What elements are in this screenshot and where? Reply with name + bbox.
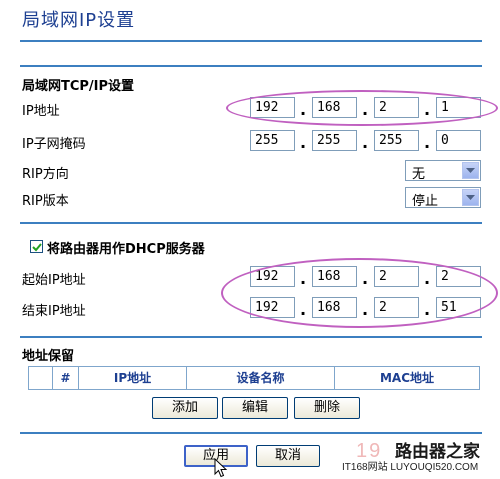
ip-address-label: IP地址 (22, 104, 60, 119)
table-select-column (29, 367, 53, 389)
mask-octet-4[interactable]: 0 (436, 130, 481, 151)
footer-divider (20, 432, 482, 434)
checkmark-icon (32, 243, 42, 252)
chevron-down-icon (462, 189, 479, 206)
mask-dot: . (300, 133, 307, 152)
start-ip-label: 起始IP地址 (22, 273, 86, 288)
page-title: 局域网IP设置 (22, 10, 136, 31)
edit-button[interactable]: 编辑 (222, 397, 288, 419)
end-ip-label: 结束IP地址 (22, 304, 86, 319)
mouse-cursor-icon (214, 458, 228, 478)
section-divider-dhcp (20, 222, 482, 224)
reservation-table: # IP地址 设备名称 MAC地址 (28, 366, 480, 390)
highlight-oval (221, 258, 498, 328)
delete-button[interactable]: 删除 (294, 397, 360, 419)
mask-octet-2[interactable]: 255 (312, 130, 357, 151)
section-divider-reservation (20, 336, 482, 338)
table-header-mac: MAC地址 (379, 371, 435, 385)
table-header-index: # (53, 367, 79, 389)
table-header-device-name: 设备名称 (187, 367, 335, 389)
rip-direction-select[interactable]: 无 (405, 160, 481, 182)
table-header-ip: IP地址 (79, 367, 187, 389)
dhcp-checkbox-label: 将路由器用作DHCP服务器 (47, 242, 205, 257)
rip-direction-label: RIP方向 (22, 167, 69, 182)
mask-dot: . (362, 133, 369, 152)
subnet-mask-label: IP子网掩码 (22, 137, 86, 152)
section-divider-lan (20, 65, 482, 67)
lan-section-title: 局域网TCP/IP设置 (22, 79, 135, 94)
title-divider (20, 40, 482, 42)
rip-version-label: RIP版本 (22, 194, 69, 209)
add-button[interactable]: 添加 (152, 397, 218, 419)
cancel-button[interactable]: 取消 (256, 445, 320, 467)
mask-dot: . (424, 133, 431, 152)
mask-octet-1[interactable]: 255 (250, 130, 295, 151)
mask-octet-3[interactable]: 255 (374, 130, 419, 151)
chevron-down-icon (462, 162, 479, 179)
reservation-section-title: 地址保留 (22, 349, 75, 364)
watermark-site: IT168网站 LUYOUQI520.COM (342, 462, 479, 473)
rip-direction-value: 无 (412, 167, 426, 182)
highlight-oval (226, 90, 498, 126)
dhcp-checkbox[interactable] (30, 240, 43, 253)
rip-version-value: 停止 (412, 194, 439, 209)
rip-version-select[interactable]: 停止 (405, 187, 481, 209)
